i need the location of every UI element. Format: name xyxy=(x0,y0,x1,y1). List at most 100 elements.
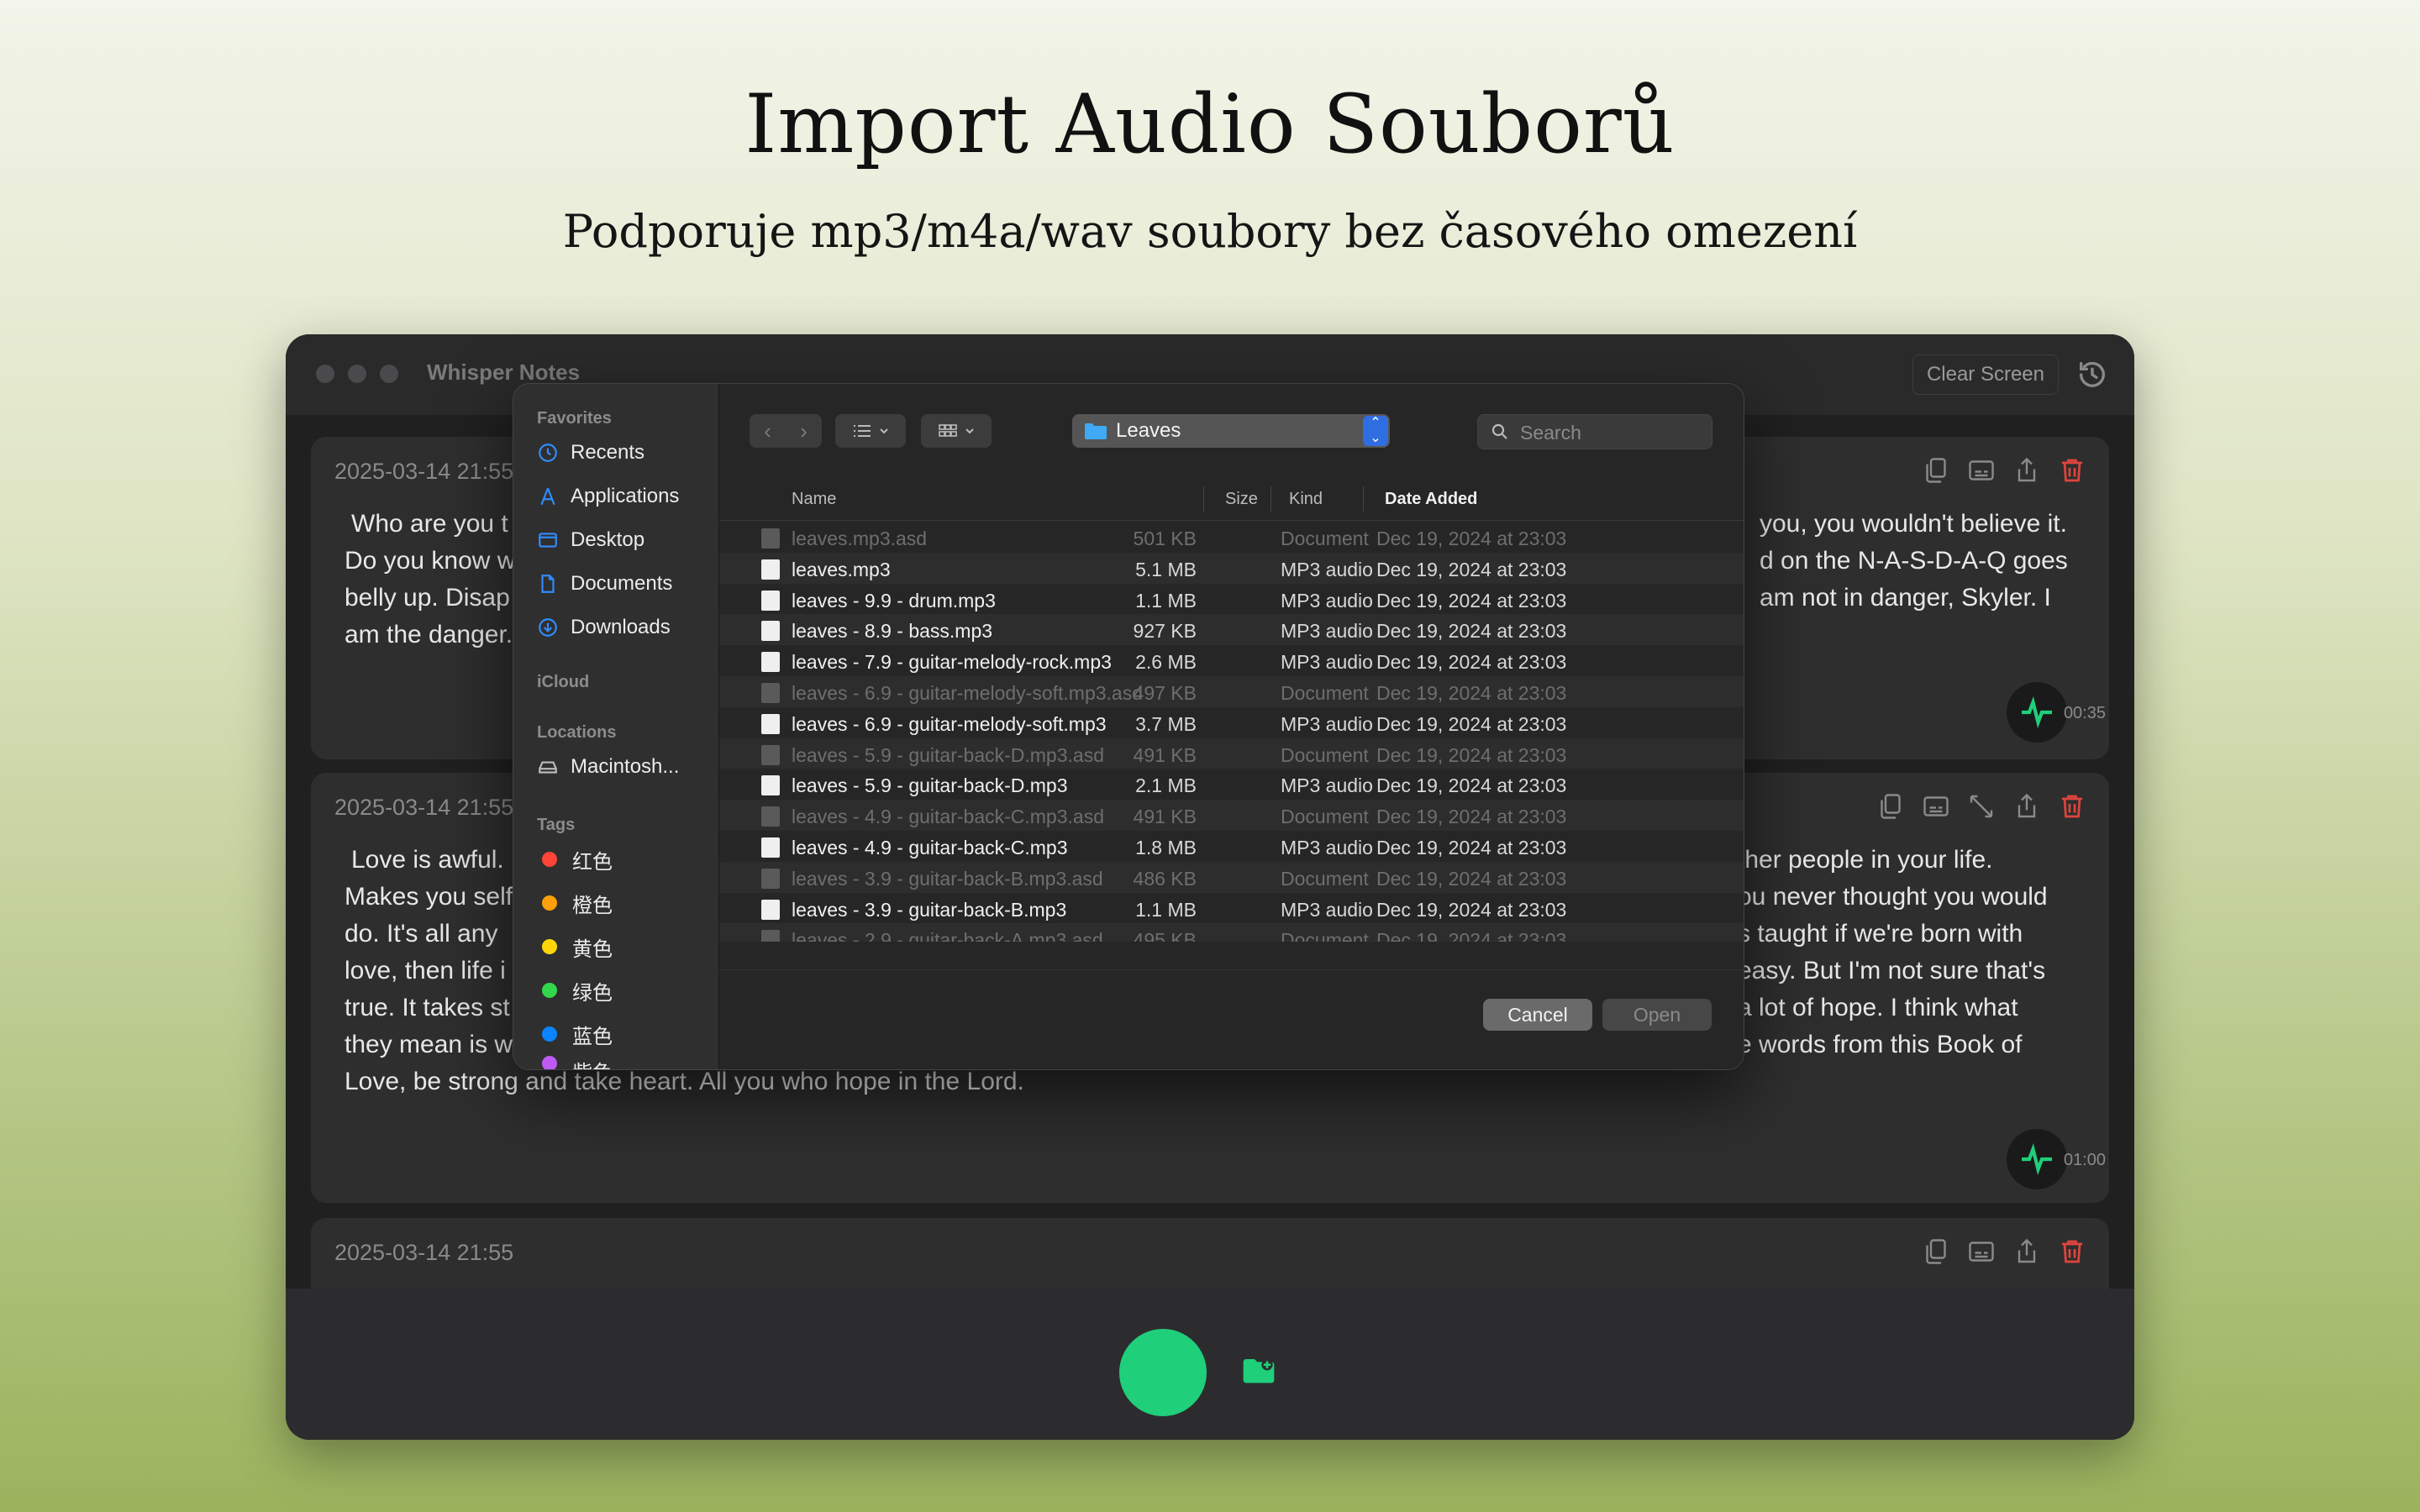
sidebar-item-label: Macintosh... xyxy=(571,755,680,778)
audio-file-icon xyxy=(761,621,780,642)
file-row[interactable]: leaves - 6.9 - guitar-melody-soft.mp3.as… xyxy=(719,675,1744,707)
play-button[interactable] xyxy=(2007,1129,2067,1189)
sidebar-tag-blue[interactable]: 蓝色 xyxy=(537,1017,613,1051)
column-divider[interactable] xyxy=(1203,486,1204,512)
red-tag-icon xyxy=(542,852,557,867)
kind-column-header[interactable]: Kind xyxy=(1289,490,1323,509)
subtitle-icon[interactable] xyxy=(1966,455,1996,486)
dialog-footer: Cancel Open xyxy=(719,969,1744,1069)
subtitle-icon[interactable] xyxy=(1966,1236,1996,1267)
waveform-icon xyxy=(2022,696,2052,729)
file-kind: MP3 audio xyxy=(1281,898,1373,921)
tag-label: 橙色 xyxy=(572,894,613,917)
back-icon[interactable]: ‹ xyxy=(750,414,786,448)
open-button[interactable]: Open xyxy=(1602,999,1712,1031)
file-name: leaves - 9.9 - drum.mp3 xyxy=(792,589,996,612)
copy-icon[interactable] xyxy=(1921,455,1951,486)
file-size: 2.1 MB xyxy=(1135,774,1197,797)
list-view-button[interactable] xyxy=(835,414,906,448)
minimize-window-button[interactable] xyxy=(348,365,366,383)
file-row[interactable]: leaves.mp3.asd 501 KB Document Dec 19, 2024… xyxy=(719,522,1744,553)
file-size: 486 KB xyxy=(1133,867,1197,890)
expand-icon[interactable] xyxy=(1966,791,1996,822)
gallery-view-button[interactable] xyxy=(921,414,992,448)
date-added-column-header[interactable]: Date Added xyxy=(1385,490,1477,509)
open-file-dialog: Favorites Recents Applications Desktop D… xyxy=(513,383,1744,1070)
sidebar-tag-red[interactable]: 红色 xyxy=(537,843,613,876)
clock-icon xyxy=(539,444,557,462)
tag-label: 黄色 xyxy=(572,937,613,961)
note-card[interactable]: 2025-03-14 21:55 xyxy=(311,1218,2109,1289)
audio-file-icon xyxy=(761,806,780,827)
dialog-browser: ‹ › Leaves ⌃ ⌄ Search Name Size Kind Dat… xyxy=(719,384,1744,1069)
file-name: leaves - 8.9 - bass.mp3 xyxy=(792,620,993,643)
note-timestamp: 2025-03-14 21:55 xyxy=(334,459,514,484)
sidebar-item-label: Downloads xyxy=(571,616,671,638)
sidebar-item-downloads[interactable]: Downloads xyxy=(537,611,671,644)
sidebar-item-recents[interactable]: Recents xyxy=(537,436,644,470)
sidebar-item-macintosh[interactable]: Macintosh... xyxy=(537,750,679,784)
file-row[interactable]: leaves - 3.9 - guitar-back-B.mp3 1.1 MB MP… xyxy=(719,893,1744,924)
close-window-button[interactable] xyxy=(316,365,334,383)
dialog-toolbar: ‹ › Leaves ⌃ ⌄ Search xyxy=(719,384,1744,478)
size-column-header[interactable]: Size xyxy=(1225,490,1258,509)
sidebar-item-documents[interactable]: Documents xyxy=(537,567,672,601)
play-button[interactable] xyxy=(2007,682,2067,743)
file-date-added: Dec 19, 2024 at 23:03 xyxy=(1376,681,1567,704)
file-row[interactable]: leaves - 6.9 - guitar-melody-soft.mp3 3.7… xyxy=(719,707,1744,738)
file-size: 927 KB xyxy=(1133,620,1197,643)
file-row[interactable]: leaves - 7.9 - guitar-melody-rock.mp3 2.6… xyxy=(719,645,1744,676)
sidebar-tag-orange[interactable]: 橙色 xyxy=(537,886,613,920)
audio-file-icon xyxy=(761,559,780,580)
sidebar-tag-purple[interactable]: 紫色 xyxy=(537,1056,613,1069)
share-icon[interactable] xyxy=(2012,791,2042,822)
file-date-added: Dec 19, 2024 at 23:03 xyxy=(1376,558,1567,580)
cancel-button[interactable]: Cancel xyxy=(1483,999,1592,1031)
zoom-window-button[interactable] xyxy=(380,365,398,383)
file-row[interactable]: leaves - 5.9 - guitar-back-D.mp3 2.1 MB MP… xyxy=(719,769,1744,800)
sidebar-item-desktop[interactable]: Desktop xyxy=(537,523,644,557)
file-row[interactable]: leaves.mp3 5.1 MB MP3 audio Dec 19, 2024 at… xyxy=(719,552,1744,584)
trash-icon[interactable] xyxy=(2057,1236,2087,1267)
forward-icon[interactable]: › xyxy=(786,414,822,448)
search-field[interactable]: Search xyxy=(1477,414,1712,449)
column-divider[interactable] xyxy=(1363,486,1364,512)
file-row[interactable]: leaves - 3.9 - guitar-back-B.mp3.asd 486 … xyxy=(719,861,1744,893)
file-date-added: Dec 19, 2024 at 23:03 xyxy=(1376,528,1567,549)
subtitle-icon[interactable] xyxy=(1921,791,1951,822)
sidebar-item-label: Documents xyxy=(571,572,673,595)
hero-title: Import Audio Souborů xyxy=(744,77,1676,171)
file-kind: Document xyxy=(1281,528,1369,549)
name-column-header[interactable]: Name xyxy=(792,490,836,509)
file-row[interactable]: leaves - 4.9 - guitar-back-C.mp3 1.8 MB MP… xyxy=(719,831,1744,862)
file-size: 501 KB xyxy=(1133,528,1197,549)
file-row[interactable]: leaves - 4.9 - guitar-back-C.mp3.asd 491 … xyxy=(719,800,1744,831)
file-size: 3.7 MB xyxy=(1135,712,1197,735)
trash-icon[interactable] xyxy=(2057,791,2087,822)
note-text-right: you, you wouldn't believe it. d on the N… xyxy=(1760,510,2068,612)
grid-icon xyxy=(939,424,957,437)
column-divider[interactable] xyxy=(1270,486,1271,512)
file-date-added: Dec 19, 2024 at 23:03 xyxy=(1376,620,1567,643)
share-icon[interactable] xyxy=(2012,455,2042,486)
record-button[interactable] xyxy=(1119,1329,1207,1416)
copy-icon[interactable] xyxy=(1921,1236,1951,1267)
copy-icon[interactable] xyxy=(1876,791,1906,822)
desktop-icon xyxy=(539,533,557,548)
location-popup[interactable]: Leaves ⌃ ⌄ xyxy=(1072,414,1390,448)
file-row[interactable]: leaves - 8.9 - bass.mp3 927 KB MP3 audio De… xyxy=(719,614,1744,646)
back-forward-control: ‹ › xyxy=(750,414,822,448)
bottom-bar xyxy=(286,1289,2134,1440)
file-kind: Document xyxy=(1281,806,1369,828)
file-row[interactable]: leaves - 9.9 - drum.mp3 1.1 MB MP3 audio De… xyxy=(719,584,1744,615)
clear-screen-button[interactable]: Clear Screen xyxy=(1912,354,2059,395)
sidebar-tag-green[interactable]: 绿色 xyxy=(537,974,613,1007)
trash-icon[interactable] xyxy=(2057,455,2087,486)
sidebar-item-applications[interactable]: Applications xyxy=(537,480,679,513)
history-icon[interactable] xyxy=(2075,358,2109,391)
import-folder-icon[interactable] xyxy=(1242,1357,1276,1386)
sidebar-tag-yellow[interactable]: 黄色 xyxy=(537,930,613,963)
file-row[interactable]: leaves - 2.9 - guitar-back-A.mp3.asd 495 … xyxy=(719,923,1744,942)
file-row[interactable]: leaves - 5.9 - guitar-back-D.mp3.asd 491 … xyxy=(719,738,1744,769)
share-icon[interactable] xyxy=(2012,1236,2042,1267)
